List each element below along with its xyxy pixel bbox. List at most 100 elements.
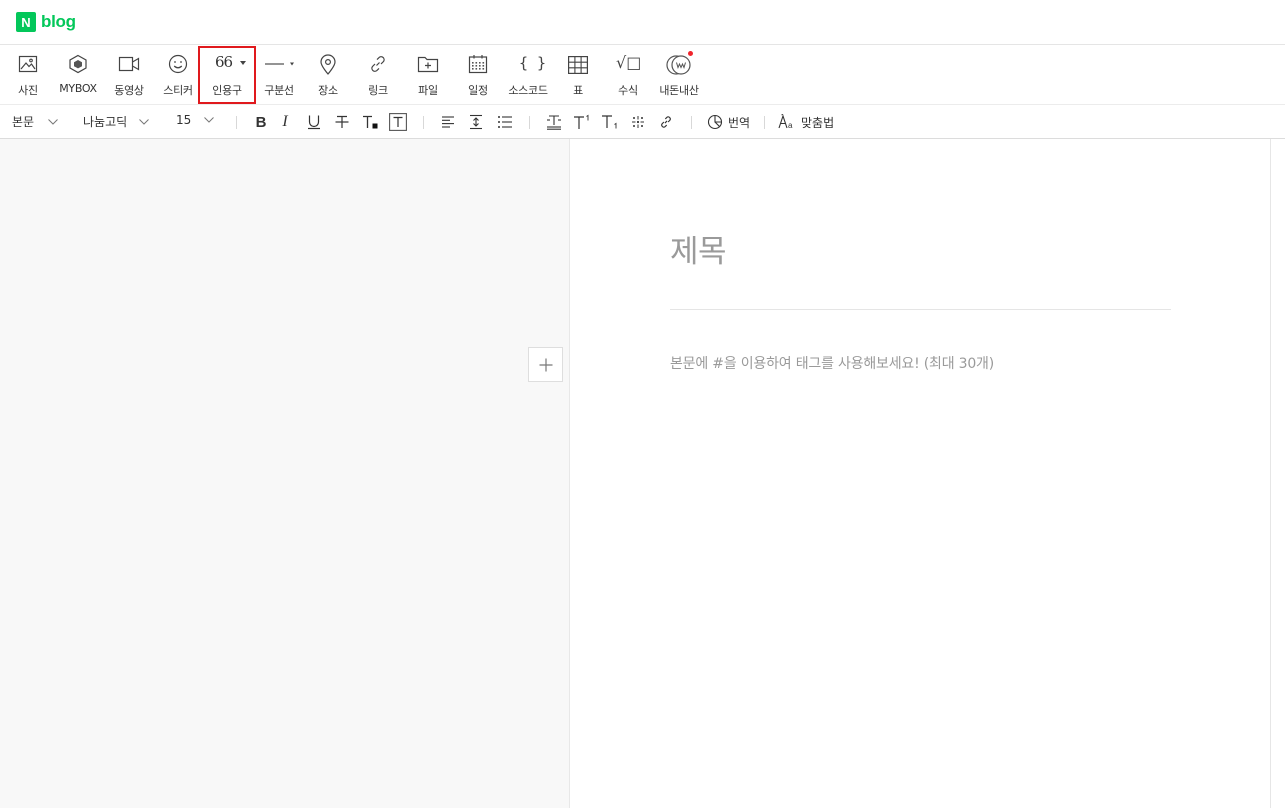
- translate-button[interactable]: 번역: [707, 112, 750, 132]
- toolbar-divider: [691, 116, 692, 129]
- divider-label: 구분선: [264, 84, 294, 97]
- smiley-icon: [168, 54, 188, 74]
- link-icon: [661, 116, 671, 128]
- title-input[interactable]: 제목: [670, 226, 1170, 270]
- special-char-button[interactable]: [628, 112, 648, 132]
- formula-button[interactable]: √□ 수식: [610, 45, 646, 104]
- insert-toolbar: 사진 MYBOX 동영상 스티커 66 인용구 구분선 장소 링크 파일 일정 …: [0, 45, 1285, 105]
- sticker-button[interactable]: 스티커: [160, 45, 196, 104]
- line-spacing-icon: [470, 114, 482, 130]
- naedon-button[interactable]: 내돈내산: [656, 45, 702, 104]
- paragraph-style-value: 본문: [12, 115, 35, 129]
- braces-icon: { }: [519, 54, 547, 72]
- video-camera-icon: [118, 56, 140, 72]
- square-root-icon: √□: [616, 53, 642, 72]
- bullet-list-icon: [498, 116, 512, 128]
- map-pin-icon: [320, 54, 336, 75]
- list-button[interactable]: [495, 112, 515, 132]
- editor-left-margin: [0, 139, 570, 808]
- translate-globe-icon: [707, 114, 723, 130]
- title-divider: [670, 309, 1171, 310]
- link-label: 링크: [368, 84, 388, 97]
- sourcecode-label: 소스코드: [508, 84, 548, 97]
- sticker-label: 스티커: [163, 84, 193, 97]
- line-spacing-button[interactable]: [466, 112, 486, 132]
- spellcheck-button[interactable]: a 맞춤법: [778, 112, 834, 132]
- mybox-label: MYBOX: [59, 82, 97, 95]
- subscript-icon: [602, 115, 617, 129]
- superscript-icon: [574, 114, 589, 129]
- bold-icon: B: [255, 113, 267, 131]
- bold-button[interactable]: B: [251, 112, 271, 132]
- format-toolbar: 본문 나눔고딕 15 B I 번역 a 맞춤법: [0, 105, 1285, 139]
- naedon-label: 내돈내산: [659, 84, 699, 97]
- top-bar: N blog: [0, 0, 1285, 45]
- font-family-select[interactable]: 나눔고딕: [83, 113, 150, 130]
- caret-down-icon: [240, 61, 246, 65]
- naver-blog-logo[interactable]: N blog: [16, 12, 76, 32]
- underline-button[interactable]: [304, 112, 324, 132]
- sourcecode-button[interactable]: { } 소스코드: [506, 45, 550, 104]
- place-label: 장소: [318, 84, 338, 97]
- add-component-button[interactable]: [528, 347, 563, 382]
- toolbar-divider: [764, 116, 765, 129]
- font-color-icon: [363, 115, 378, 129]
- formula-label: 수식: [618, 84, 638, 97]
- font-size-value: 15: [176, 113, 192, 127]
- align-left-button[interactable]: [438, 112, 458, 132]
- toolbar-divider: [236, 116, 237, 129]
- mybox-button[interactable]: MYBOX: [56, 45, 100, 104]
- table-button[interactable]: 표: [560, 45, 596, 104]
- video-button[interactable]: 동영상: [110, 45, 148, 104]
- horizontal-line-icon: [265, 62, 294, 66]
- schedule-label: 일정: [468, 84, 488, 97]
- place-button[interactable]: 장소: [310, 45, 346, 104]
- file-button[interactable]: 파일: [410, 45, 446, 104]
- quote-button[interactable]: 66 인용구: [198, 46, 256, 104]
- background-color-button[interactable]: [388, 112, 408, 132]
- logo-text: blog: [41, 12, 76, 31]
- table-grid-icon: [568, 56, 588, 74]
- chevron-down-icon: [139, 118, 150, 125]
- strikethrough-icon: [335, 115, 349, 128]
- video-label: 동영상: [114, 84, 144, 97]
- format-link-button[interactable]: [656, 112, 676, 132]
- subscript-button[interactable]: [600, 112, 620, 132]
- link-button[interactable]: 링크: [360, 45, 396, 104]
- font-size-select[interactable]: 15: [176, 113, 215, 127]
- folder-plus-icon: [417, 56, 439, 73]
- underline-icon: [308, 115, 320, 130]
- toolbar-divider: [423, 116, 424, 129]
- background-color-icon: [389, 113, 407, 131]
- quote-icon: 66: [215, 53, 233, 71]
- text-style-icon: [547, 115, 561, 130]
- plus-icon: [539, 358, 552, 371]
- body-input[interactable]: 본문에 #을 이용하여 태그를 사용해보세요! (최대 30개): [670, 353, 1171, 375]
- superscript-button[interactable]: [572, 112, 592, 132]
- font-color-button[interactable]: [360, 112, 380, 132]
- file-label: 파일: [418, 84, 438, 97]
- mybox-cube-icon: [69, 54, 87, 74]
- spellcheck-icon: a: [778, 114, 793, 130]
- italic-icon: I: [282, 113, 288, 130]
- divider-button[interactable]: 구분선: [260, 45, 298, 104]
- chevron-down-icon: [48, 118, 58, 125]
- table-label: 표: [573, 84, 583, 97]
- paragraph-style-select[interactable]: 본문: [12, 113, 58, 130]
- image-icon: [18, 55, 38, 73]
- photo-button[interactable]: 사진: [10, 45, 46, 104]
- spellcheck-label: 맞춤법: [801, 115, 835, 130]
- calendar-icon: [468, 55, 488, 74]
- asterisk-sparkle-icon: [632, 116, 644, 128]
- photo-label: 사진: [18, 84, 38, 97]
- chevron-down-icon: [204, 117, 215, 123]
- italic-button[interactable]: I: [275, 112, 295, 132]
- schedule-button[interactable]: 일정: [460, 45, 496, 104]
- scrollbar-track[interactable]: [1270, 139, 1271, 808]
- svg-text:a: a: [788, 121, 793, 130]
- coin-badge-icon: [666, 55, 691, 75]
- toolbar-divider: [529, 116, 530, 129]
- text-style-button[interactable]: [544, 112, 564, 132]
- strikethrough-button[interactable]: [332, 112, 352, 132]
- quote-label: 인용구: [212, 84, 242, 97]
